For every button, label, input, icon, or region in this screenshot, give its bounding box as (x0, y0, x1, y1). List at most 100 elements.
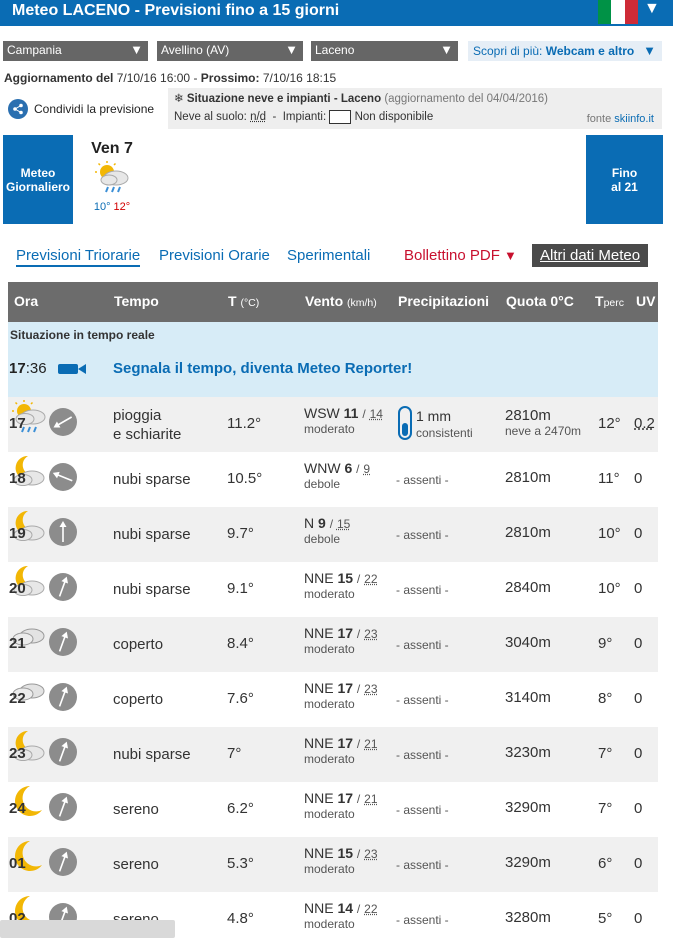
wind-label: moderato (304, 642, 355, 656)
page-title: Meteo LACENO - Previsioni fino a 15 gior… (12, 2, 340, 19)
wind-direction: NNE (304, 790, 334, 806)
wind-label: moderato (304, 422, 355, 436)
province-select[interactable]: Avellino (AV) ▼ (157, 41, 303, 61)
rain-gauge-icon (398, 406, 412, 440)
row-hour: 21 (9, 635, 26, 652)
locality-select[interactable]: Laceno ▼ (311, 41, 458, 61)
precipitation: - assenti - (396, 913, 449, 927)
discover-more-select[interactable]: Scopri di più: Webcam e altro ▼ (468, 41, 662, 61)
snow-level: neve a 2470m (505, 424, 582, 438)
uv-index: 0 (634, 580, 643, 597)
update-date: 7/10/16 16:00 (116, 71, 191, 85)
col-vento-label: Vento (305, 293, 344, 309)
day-tab-ven-7[interactable]: Ven 7 10° 12° (75, 135, 149, 224)
row-hour: 20 (9, 580, 26, 597)
wind-direction-icon (49, 463, 77, 491)
weather-description: coperto (113, 690, 163, 709)
weather-description: sereno (113, 855, 159, 874)
wind-direction-icon (49, 518, 77, 546)
col-temp: T (°C) (228, 293, 259, 309)
row-hour: 19 (9, 525, 26, 542)
wind-direction: WSW (304, 405, 340, 421)
horizontal-scrollbar[interactable] (0, 920, 175, 938)
col-temp-label: T (228, 293, 237, 309)
day-min-temp: 10° (93, 201, 111, 213)
tab-orarie[interactable]: Previsioni Orarie (159, 247, 270, 264)
share-label: Condividi la previsione (34, 102, 155, 116)
source-link[interactable]: skiinfo.it (614, 113, 654, 125)
freezing-level: 2810m (505, 470, 551, 485)
day-max-temp: 12° (113, 201, 131, 213)
wind-direction-icon (49, 738, 77, 766)
update-label: Aggiornamento del (4, 71, 114, 85)
update-separator: - (193, 71, 198, 85)
wind-label: moderato (304, 807, 355, 821)
weather-description-line1: nubi sparse (113, 581, 191, 598)
col-precipitazioni: Precipitazioni (398, 293, 490, 309)
wind-gust: 22 (364, 902, 378, 916)
precipitation: - assenti - (396, 693, 449, 707)
tab-bollettino-pdf[interactable]: Bollettino PDF ▼ (404, 247, 517, 264)
freezing-level: 3230m (505, 745, 551, 760)
region-select[interactable]: Campania ▼ (3, 41, 148, 61)
daily-forecast-button[interactable]: Meteo Giornaliero (3, 135, 73, 224)
wind: NNE 14 / 22 moderato (304, 900, 378, 931)
row-temperature: 9.7° (227, 525, 254, 542)
row-hour: 01 (9, 855, 26, 872)
perceived-temperature: 9° (598, 635, 613, 652)
chevron-down-icon: ▼ (504, 248, 517, 263)
weather-description-line1: nubi sparse (113, 471, 191, 488)
precipitation: - assenti - (396, 638, 449, 652)
tab-sperimentali[interactable]: Sperimentali (287, 247, 370, 264)
freezing-level: 3040m (505, 635, 551, 650)
uv-index: 0 (634, 855, 643, 872)
freezing-level: 2840m (505, 580, 551, 595)
wind-speed: 17 (337, 680, 354, 696)
tab-triorarie[interactable]: Previsioni Triorarie (16, 247, 141, 267)
next-update-date: 7/10/16 18:15 (262, 71, 337, 85)
uv-index: 0 (634, 635, 643, 652)
snow-status-box: ❄ Situazione neve e impianti - Laceno (a… (168, 88, 662, 129)
wind-gust: 9 (363, 462, 371, 476)
weather-description-line1: nubi sparse (113, 526, 191, 543)
row-hour: 22 (9, 690, 26, 707)
wind-label: moderato (304, 697, 355, 711)
share-forecast-button[interactable]: Condividi la previsione (8, 99, 154, 119)
chevron-down-icon[interactable]: ▼ (644, 0, 660, 18)
uv-index: 0 (634, 745, 643, 762)
perceived-temperature: 10° (598, 580, 621, 597)
weather-description-line2: e schiarite (113, 426, 182, 443)
realtime-time: 17:36 (9, 360, 47, 377)
precipitation: 1 mm consistenti (416, 408, 473, 441)
wind-direction-icon (49, 793, 77, 821)
wind-gust: 15 (336, 517, 351, 531)
wind-speed: 11 (343, 405, 359, 421)
chevron-down-icon: ▼ (440, 42, 453, 57)
perceived-temperature: 11° (598, 470, 620, 487)
precipitation: - assenti - (396, 583, 449, 597)
precipitation: - assenti - (396, 858, 449, 872)
wind-gust: 23 (364, 627, 378, 641)
update-info: Aggiornamento del 7/10/16 16:00 - Prossi… (4, 71, 336, 85)
italy-flag-icon[interactable] (598, 0, 638, 24)
wind-speed: 15 (337, 845, 354, 861)
freezing-level: 3280m (505, 910, 551, 925)
freezing-level-value: 2810m (505, 524, 551, 541)
col-vento-unit: (km/h) (347, 297, 377, 309)
region-select-value: Campania (7, 43, 62, 57)
weather-description-line1: nubi sparse (113, 746, 191, 763)
uv-index: 0 (634, 470, 643, 487)
forecast-until-21-button[interactable]: Fino al 21 (586, 135, 663, 224)
row-temperature: 11.2° (227, 415, 262, 432)
daily-forecast-line1: Meteo (20, 165, 56, 180)
precipitation-amount: 1 mm (416, 408, 451, 424)
wind: NNE 17 / 21 moderato (304, 735, 378, 766)
wind: NNE 17 / 21 moderato (304, 790, 378, 821)
tab-altri-dati-meteo[interactable]: Altri dati Meteo (532, 244, 649, 267)
wind: NNE 17 / 23 moderato (304, 625, 378, 656)
ski-lift-icon (329, 110, 352, 124)
snow-title[interactable]: Situazione neve e impianti - Laceno (187, 93, 381, 105)
table-row: 23 nubi sparse 7° NNE 17 / 21 moderato - asse… (8, 727, 658, 782)
meteo-reporter-link[interactable]: Segnala il tempo, diventa Meteo Reporter… (113, 360, 412, 377)
row-temperature: 4.8° (227, 910, 254, 927)
